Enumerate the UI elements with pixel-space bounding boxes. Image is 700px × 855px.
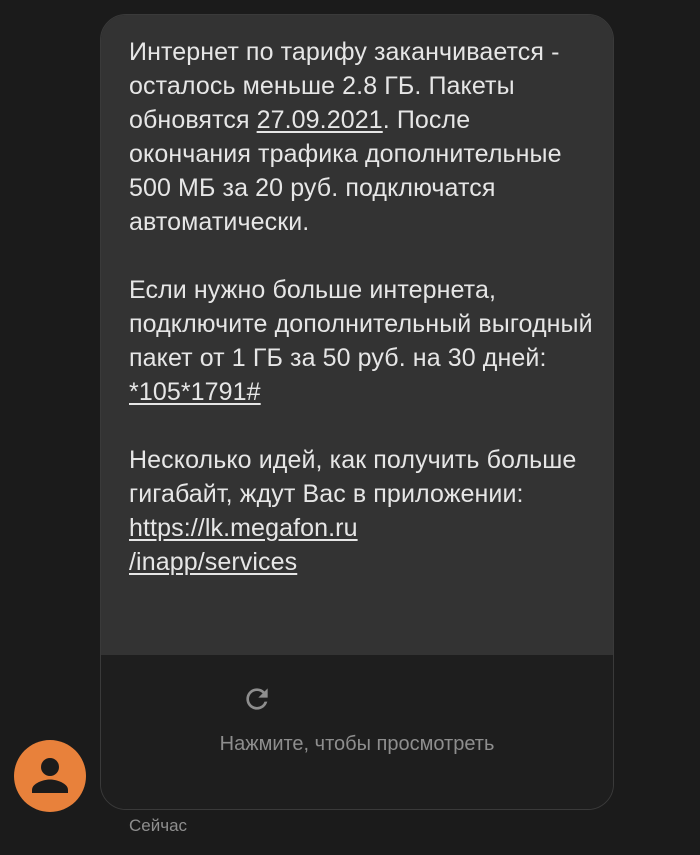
message-text-segment: Несколько идей, как получить больше гига… (129, 446, 577, 508)
url-link-part-2[interactable]: /inapp/services (129, 548, 297, 576)
message-bubble[interactable]: Интернет по тарифу заканчивается - остал… (100, 14, 614, 810)
sender-avatar[interactable] (14, 740, 86, 812)
message-text-segment: Если нужно больше интернета, подключите … (129, 276, 593, 372)
tap-to-view-label[interactable]: Нажмите, чтобы просмотреть (100, 731, 614, 757)
message-paragraph-2: Если нужно больше интернета, подключите … (129, 273, 599, 409)
message-timestamp: Сейчас (129, 816, 188, 835)
message-text: Интернет по тарифу заканчивается - остал… (129, 35, 599, 579)
url-link-part-1[interactable]: https://lk.megafon.ru (129, 514, 358, 542)
message-paragraph-1: Интернет по тарифу заканчивается - остал… (129, 35, 599, 239)
reload-icon[interactable] (241, 683, 273, 715)
person-icon (32, 758, 68, 793)
date-link[interactable]: 27.09.2021 (257, 106, 383, 134)
ussd-code-link[interactable]: *105*1791# (129, 378, 261, 406)
conversation-screen: Интернет по тарифу заканчивается - остал… (0, 0, 700, 855)
message-paragraph-3: Несколько идей, как получить больше гига… (129, 443, 599, 579)
message-body: Интернет по тарифу заканчивается - остал… (101, 15, 613, 655)
